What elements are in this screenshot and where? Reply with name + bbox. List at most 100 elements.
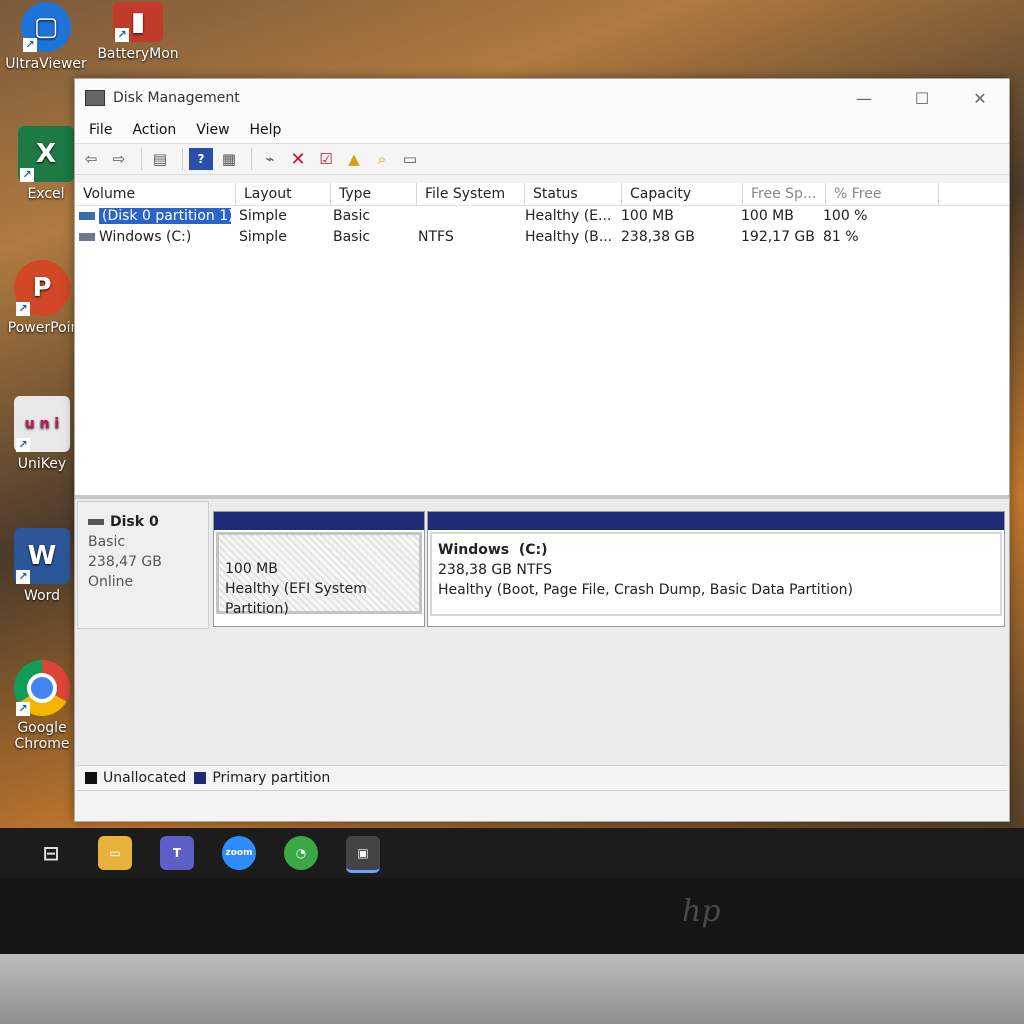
ultraviewer-icon: ▢ ↗ [21,2,71,52]
volume-icon [79,212,95,220]
column-header-status[interactable]: Status [525,183,622,205]
file-explorer-icon[interactable]: ▭ [98,836,132,870]
title-bar[interactable]: Disk Management — ☐ ✕ [75,79,1009,117]
unallocated-swatch [85,772,97,784]
menu-view[interactable]: View [186,122,239,138]
toolbar-separator [251,148,252,170]
layout-cell: Simple [239,229,287,245]
volume-cell: Windows (C:) [75,227,231,248]
capacity-cell: 238,38 GB [621,229,695,245]
percent-free-cell: 100 % [823,208,868,224]
disk-state: Online [88,574,134,590]
partition-size: 100 MB [225,561,278,577]
chrome-icon: ↗ [14,660,70,716]
file-system-cell: NTFS [418,229,454,245]
delete-icon[interactable]: ✕ [286,148,310,170]
teams-icon[interactable]: T [160,836,194,870]
layout-cell: Simple [239,208,287,224]
back-arrow-icon[interactable]: ⇦ [79,148,103,170]
primary-partition-swatch [194,772,207,784]
free-space-cell: 192,17 GB [741,229,815,245]
volume-cell: (Disk 0 partition 1) [75,206,231,227]
unikey-icon: u n i ↗ [14,396,70,452]
volume-name: (Disk 0 partition 1) [99,208,231,224]
desktop-icon-batterymon[interactable]: ▮ ↗ BatteryMon [92,2,184,62]
check-icon[interactable]: ☑ [314,148,338,170]
coc-coc-icon[interactable]: ◔ [284,836,318,870]
column-header-file-system[interactable]: File System [417,183,525,205]
toolbar-separator [141,148,142,170]
folder-up-icon[interactable]: ▲ [342,148,366,170]
efi-partition[interactable]: 100 MB Healthy (EFI System Partition) [213,511,425,627]
table-row[interactable]: (Disk 0 partition 1) Simple Basic Health… [75,206,1009,227]
connect-icon[interactable]: ⌁ [258,148,282,170]
disk-size: 238,47 GB [88,554,162,570]
word-icon: W ↗ [14,528,70,584]
column-header-volume[interactable]: Volume [75,183,236,205]
menu-file[interactable]: File [79,122,122,138]
desktop-icon-label: UltraViewer [5,56,87,72]
toolbar-separator [182,148,183,170]
batterymon-icon: ▮ ↗ [113,2,163,42]
excel-icon: X ↗ [18,126,74,182]
partition-status: Healthy (Boot, Page File, Crash Dump, Ba… [438,582,853,598]
volume-list: Volume Layout Type File System Status Ca… [75,183,1009,499]
zoom-icon[interactable]: zoom [222,836,256,870]
status-cell: Healthy (E... [525,208,612,224]
disk-management-icon[interactable]: ▣ [346,836,380,873]
hp-logo: hp [682,894,721,929]
windows-c-partition[interactable]: Windows (C:) 238,38 GB NTFS Healthy (Boo… [427,511,1005,627]
partition-title: Windows (C:) [438,542,548,558]
forward-arrow-icon[interactable]: ⇨ [107,148,131,170]
partition-size: 238,38 GB NTFS [438,562,553,578]
laptop-chassis [0,954,1024,1024]
powerpoint-icon: P ↗ [14,260,70,316]
show-hide-console-tree-icon[interactable]: ▤ [148,148,172,170]
legend-unallocated: Unallocated [103,770,187,786]
minimize-button[interactable]: — [835,79,893,117]
disk-graphical-view: Disk 0 Basic 238,47 GB Online 100 MB Hea… [75,499,1009,791]
free-space-cell: 100 MB [741,208,794,224]
table-row[interactable]: Windows (C:) Simple Basic NTFS Healthy (… [75,227,1009,248]
column-header-percent-free[interactable]: % Free [826,183,939,205]
desktop-icon-label: BatteryMon [97,46,179,62]
column-header-layout[interactable]: Layout [236,183,331,205]
disk-name: Disk 0 [110,514,159,530]
menu-action[interactable]: Action [122,122,186,138]
taskbar: ⊟ ▭ T zoom ◔ ▣ [0,828,1024,878]
disk-management-app-icon [85,90,105,106]
toolbar: ⇦ ⇨ ▤ ? ▦ ⌁ ✕ ☑ ▲ ⌕ ▭ [75,143,1009,175]
volume-list-header: Volume Layout Type File System Status Ca… [75,183,1009,206]
disk-management-window: Disk Management — ☐ ✕ File Action View H… [74,78,1010,822]
type-cell: Basic [333,208,371,224]
partition-color-bar [428,512,1004,530]
type-cell: Basic [333,229,371,245]
laptop-bezel [0,878,1024,954]
column-header-capacity[interactable]: Capacity [622,183,743,205]
partition-body: 100 MB Healthy (EFI System Partition) [216,532,422,617]
capacity-cell: 100 MB [621,208,674,224]
disk-icon [88,519,104,525]
settings-list-icon[interactable]: ▭ [398,148,422,170]
desktop-icon-ultraviewer[interactable]: ▢ ↗ UltraViewer [0,2,92,72]
help-icon[interactable]: ? [189,148,213,170]
disk-name-line: Disk 0 [88,512,208,532]
folder-search-icon[interactable]: ⌕ [370,148,394,170]
disk-0-label[interactable]: Disk 0 Basic 238,47 GB Online [77,501,209,629]
volume-icon [79,233,95,241]
column-header-type[interactable]: Type [331,183,417,205]
volume-name: Windows (C:) [99,229,192,245]
properties-icon[interactable]: ▦ [217,148,241,170]
partition-color-bar [214,512,424,530]
legend-primary-partition: Primary partition [212,770,331,786]
partition-body: Windows (C:) 238,38 GB NTFS Healthy (Boo… [430,532,1002,616]
partition-legend: Unallocated Primary partition [77,765,1007,791]
column-header-free-space[interactable]: Free Sp... [743,183,826,205]
close-button[interactable]: ✕ [951,79,1009,117]
menu-bar: File Action View Help [75,117,1009,143]
maximize-button[interactable]: ☐ [893,79,951,117]
file-system-cell [410,206,517,227]
partition-status: Healthy (EFI System Partition) [225,581,367,617]
menu-help[interactable]: Help [240,122,292,138]
task-view-icon[interactable]: ⊟ [34,836,68,870]
